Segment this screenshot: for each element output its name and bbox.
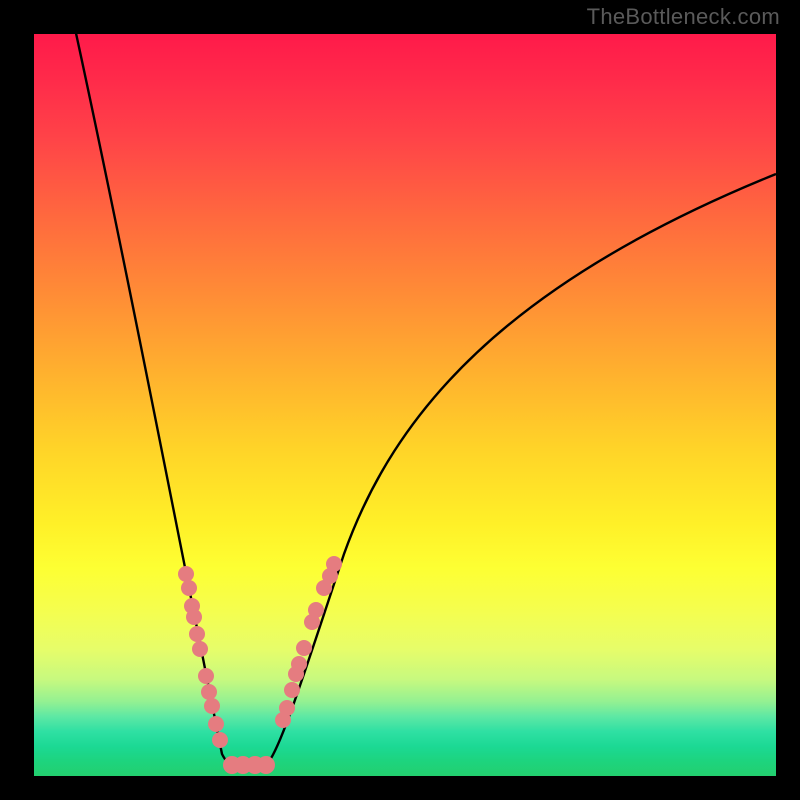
- data-point-dot: [181, 580, 197, 596]
- data-point-dot: [192, 641, 208, 657]
- data-point-dot: [186, 609, 202, 625]
- data-point-dot: [308, 602, 324, 618]
- curve-left: [74, 24, 234, 765]
- data-point-dot: [212, 732, 228, 748]
- watermark-label: TheBottleneck.com: [587, 4, 780, 30]
- data-point-dot: [257, 756, 275, 774]
- data-point-dot: [208, 716, 224, 732]
- data-point-dot: [204, 698, 220, 714]
- data-point-dot: [178, 566, 194, 582]
- data-point-dot: [189, 626, 205, 642]
- dots-right: [275, 556, 342, 728]
- chart-svg: [34, 34, 776, 776]
- data-point-dot: [198, 668, 214, 684]
- curve-right: [266, 174, 776, 765]
- data-point-dot: [296, 640, 312, 656]
- chart-plot-area: [34, 34, 776, 776]
- dots-bottom: [223, 756, 275, 774]
- data-point-dot: [279, 700, 295, 716]
- data-point-dot: [284, 682, 300, 698]
- data-point-dot: [291, 656, 307, 672]
- data-point-dot: [326, 556, 342, 572]
- data-point-dot: [201, 684, 217, 700]
